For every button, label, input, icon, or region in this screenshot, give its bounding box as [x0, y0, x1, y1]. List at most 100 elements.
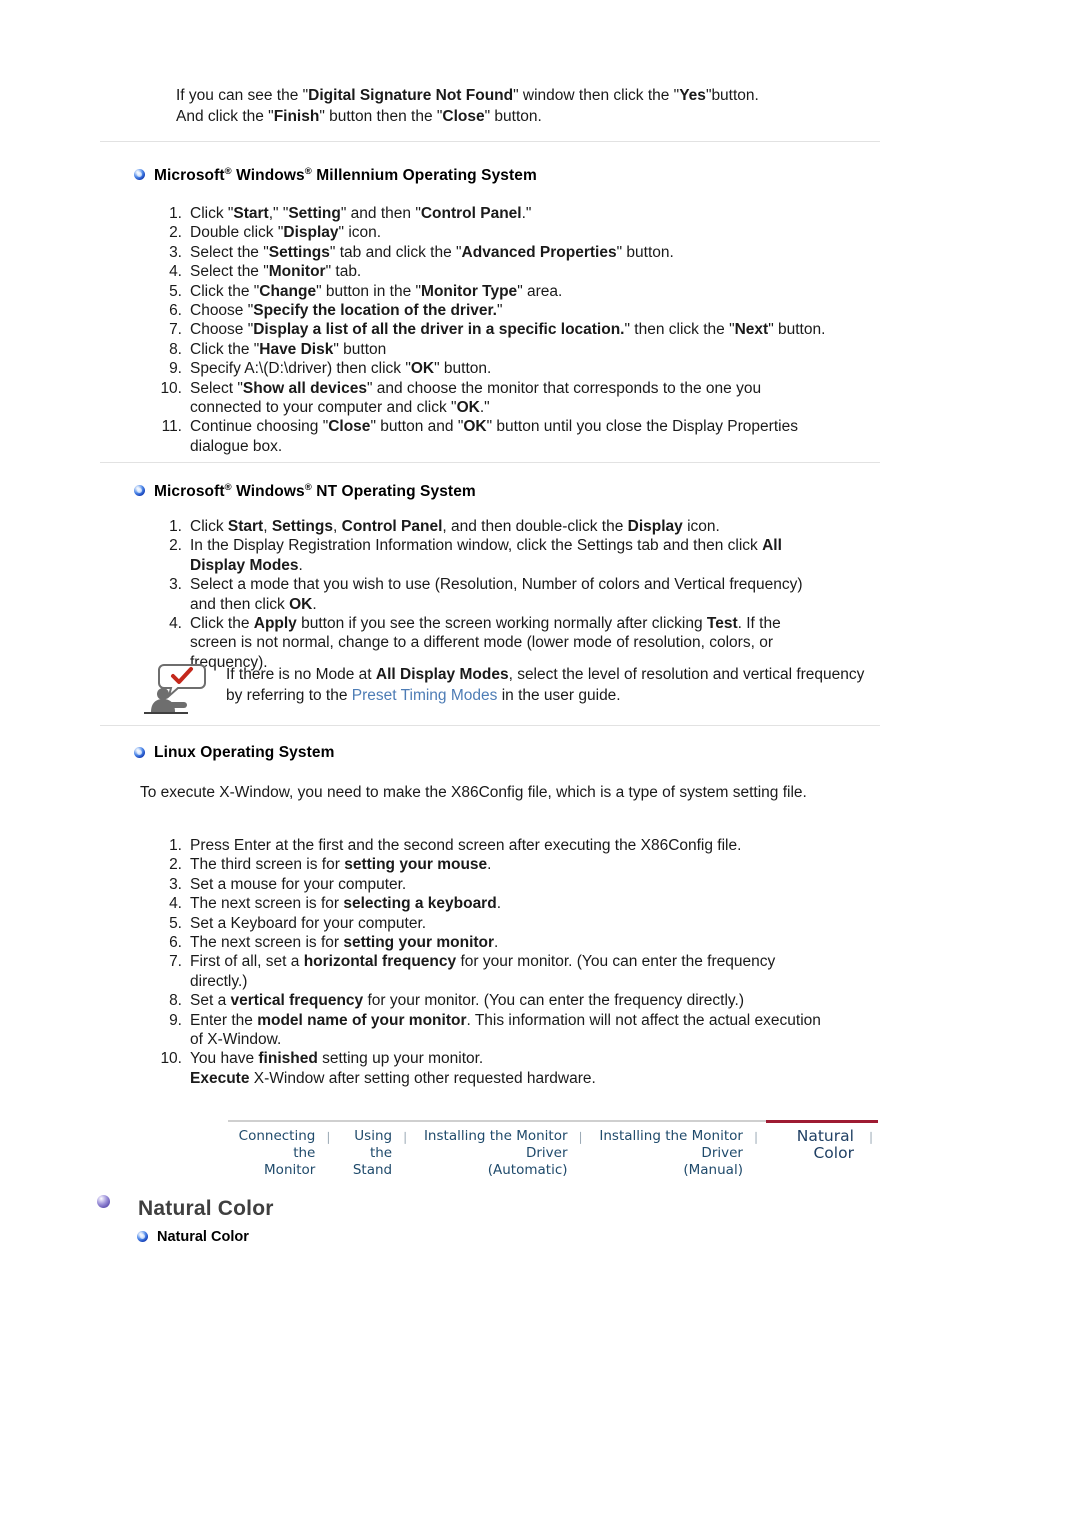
list-item: 2. In the Display Registration Informatio…	[148, 536, 888, 575]
subsection-label: Natural Color	[157, 1229, 249, 1245]
list-item: 1. Click Start, Settings, Control Panel, …	[148, 517, 888, 536]
heading-linux: Linux Operating System	[134, 744, 335, 762]
document-page: If you can see the "Digital Signature No…	[0, 0, 1080, 1528]
sphere-bullet-icon	[137, 1230, 148, 1242]
page-title: Natural Color	[138, 1197, 274, 1220]
sphere-bullet-icon	[134, 485, 145, 497]
list-item-number: 5.	[169, 282, 182, 300]
list-item-number: 2.	[169, 856, 182, 874]
section-divider-3	[100, 725, 880, 726]
list-item: 7. First of all, set a horizontal frequen…	[148, 952, 888, 991]
list-item: 3. Select a mode that you wish to use (Re…	[148, 575, 888, 614]
preset-timing-modes-link[interactable]: Preset Timing Modes	[352, 687, 498, 704]
intro-line-2: And click the "Finish" button then the "…	[176, 107, 542, 125]
list-item-number: 3.	[169, 243, 182, 261]
list-item-number: 11.	[161, 418, 182, 436]
list-item-number: 2.	[169, 224, 182, 242]
bottom-tab-bar: Connecting the Monitor ❘ Using the Stand ❘ I…	[228, 1120, 878, 1179]
note-callout: If there is no Mode at All Display Modes…	[138, 660, 868, 714]
list-item-text: Choose "Display a list of all the driver…	[190, 321, 826, 339]
list-item-text: You have finished setting up your monito…	[190, 1050, 596, 1087]
list-item-text: In the Display Registration Information …	[190, 537, 782, 574]
list-item-text: Select a mode that you wish to use (Reso…	[190, 576, 803, 613]
tabbar-active-accent	[766, 1120, 878, 1123]
list-item-number: 5.	[169, 914, 182, 932]
section-divider-1	[100, 141, 880, 142]
heading-text: Microsoft® Windows® Millennium Operating…	[154, 166, 537, 185]
list-item-text: The next screen is for setting your moni…	[190, 934, 499, 952]
note-person-checkmark-icon	[138, 662, 212, 716]
tab-separator: ❘	[865, 1130, 876, 1144]
list-item: 11. Continue choosing "Close" button and …	[148, 417, 888, 456]
list-item-text: Click "Start," "Setting" and then "Contr…	[190, 205, 532, 222]
list-item-text: Double click "Display" icon.	[190, 224, 382, 242]
list-item-text: Specify A:\(D:\driver) then click "OK" b…	[190, 360, 492, 378]
list-item-text: Enter the model name of your monitor. Th…	[190, 1011, 821, 1049]
list-item: 10. You have finished setting up your mon…	[148, 1049, 888, 1088]
steps-list-linux: 1. Press Enter at the first and the secon…	[148, 836, 888, 1088]
list-item-number: 3.	[169, 576, 182, 594]
section-divider-2	[100, 462, 880, 463]
list-item: 7. Choose "Display a list of all the driv…	[148, 320, 888, 339]
list-item-text: Select the "Monitor" tab.	[190, 263, 362, 281]
heading-text: Linux Operating System	[154, 744, 335, 761]
list-item-number: 4.	[169, 263, 182, 281]
list-item-text: Choose "Specify the location of the driv…	[190, 302, 503, 320]
intro-line-1: If you can see the "Digital Signature No…	[176, 87, 759, 104]
list-item: 1. Click "Start," "Setting" and then "Con…	[148, 204, 888, 223]
list-item-number: 6.	[169, 934, 182, 952]
list-item-number: 4.	[169, 615, 182, 633]
tab-separator: ❘	[323, 1130, 334, 1144]
list-item-number: 6.	[169, 302, 182, 320]
linux-intro-paragraph: To execute X-Window, you need to make th…	[140, 784, 807, 801]
list-item-text: Select the "Settings" tab and click the …	[190, 243, 674, 261]
heading-text: Microsoft® Windows® NT Operating System	[154, 482, 476, 501]
list-item-text: Select "Show all devices" and choose the…	[190, 379, 762, 417]
list-item-text: First of all, set a horizontal frequency…	[190, 953, 776, 990]
list-item: 6. The next screen is for setting your mo…	[148, 933, 888, 952]
list-item-number: 1.	[169, 837, 182, 854]
list-item-number: 4.	[169, 895, 182, 913]
list-item: 1. Press Enter at the first and the secon…	[148, 836, 888, 855]
list-item-text: Continue choosing "Close" button and "OK…	[190, 418, 798, 455]
list-item-number: 8.	[169, 340, 182, 358]
tab-connecting-the[interactable]: Connecting the Monitor	[228, 1128, 321, 1179]
heading-windows-nt: Microsoft® Windows® NT Operating System	[134, 482, 476, 501]
list-item-number: 9.	[169, 1011, 182, 1029]
list-item-number: 3.	[169, 875, 182, 893]
list-item-number: 1.	[169, 518, 182, 535]
list-item: 5. Set a Keyboard for your computer.	[148, 914, 888, 933]
list-item-number: 9.	[169, 360, 182, 378]
list-item-number: 10.	[160, 379, 182, 397]
tab-list: Connecting the Monitor ❘ Using the Stand ❘ I…	[228, 1128, 878, 1179]
steps-list-millennium: 1. Click "Start," "Setting" and then "Con…	[148, 204, 888, 456]
sphere-bullet-icon	[134, 169, 145, 181]
tab-natural-color[interactable]: Natural Color	[763, 1128, 864, 1162]
list-item: 3. Select the "Settings" tab and click th…	[148, 243, 888, 262]
list-item-text: The third screen is for setting your mou…	[190, 856, 492, 874]
intro-paragraph: If you can see the "Digital Signature No…	[176, 86, 896, 127]
list-item-number: 2.	[169, 537, 182, 555]
tab-installing-the-monitor-driver[interactable]: Installing the Monitor Driver (Automatic…	[412, 1128, 573, 1179]
purple-sphere-bullet-icon	[97, 1195, 110, 1208]
list-item-number: 1.	[169, 205, 182, 222]
list-item: 6. Choose "Specify the location of the dr…	[148, 301, 888, 320]
list-item-number: 7.	[169, 953, 182, 971]
tabbar-rule	[228, 1120, 766, 1122]
list-item: 9. Enter the model name of your monitor. …	[148, 1011, 888, 1050]
steps-list-nt: 1. Click Start, Settings, Control Panel, …	[148, 517, 888, 672]
tab-using-the[interactable]: Using the Stand	[335, 1128, 398, 1179]
list-item: 8. Click the "Have Disk" button	[148, 340, 888, 359]
tab-separator: ❘	[750, 1130, 762, 1144]
list-item-text: Set a mouse for your computer.	[190, 875, 407, 893]
list-item-text: Click the "Change" button in the "Monito…	[190, 282, 563, 300]
tab-separator: ❘	[575, 1130, 586, 1144]
list-item-text: Set a Keyboard for your computer.	[190, 914, 427, 932]
sphere-bullet-icon	[134, 746, 145, 758]
subsection-natural-color: Natural Color	[137, 1229, 249, 1245]
list-item: 3. Set a mouse for your computer.	[148, 875, 888, 894]
list-item: 9. Specify A:\(D:\driver) then click "OK"…	[148, 359, 888, 378]
list-item: 5. Click the "Change" button in the "Moni…	[148, 282, 888, 301]
tab-installing-the-monitor-driver[interactable]: Installing the Monitor Driver (Manual)	[588, 1128, 749, 1179]
list-item-number: 8.	[169, 992, 182, 1010]
